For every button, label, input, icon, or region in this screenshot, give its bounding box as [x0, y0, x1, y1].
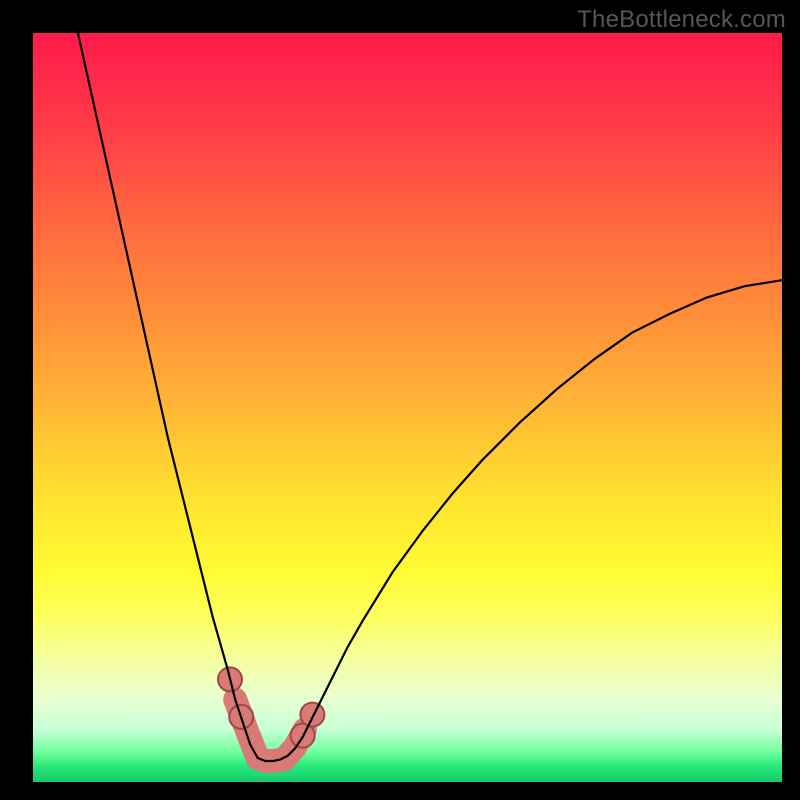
watermark-text: TheBottleneck.com	[577, 6, 786, 34]
curve-layer	[33, 33, 782, 782]
chart-frame: TheBottleneck.com	[0, 0, 800, 800]
valley-bead	[300, 703, 324, 727]
bottleneck-curve	[78, 33, 782, 761]
plot-area	[33, 33, 782, 782]
valley-beads	[218, 667, 324, 747]
